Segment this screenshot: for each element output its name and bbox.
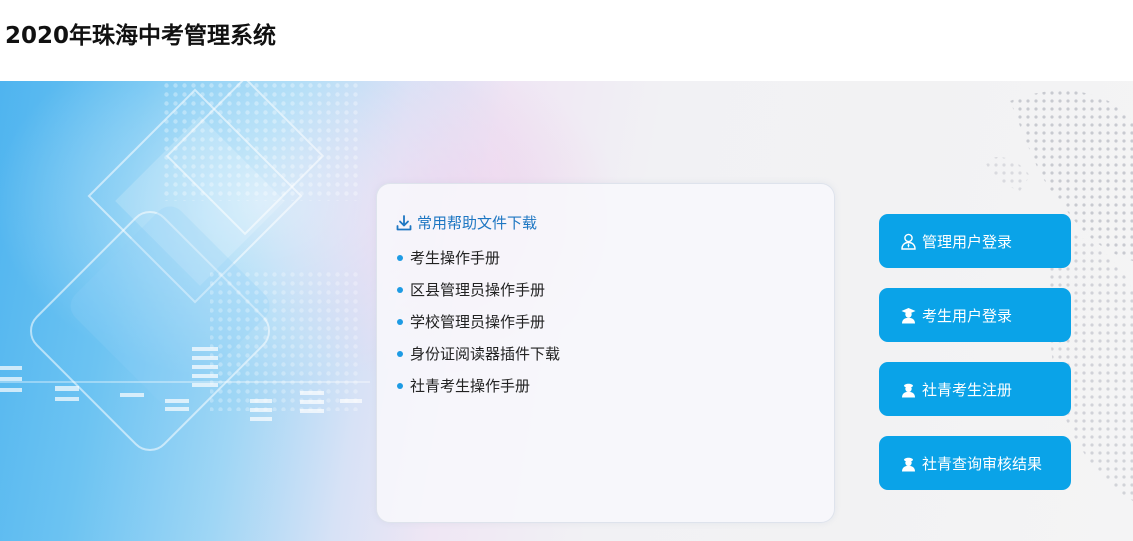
bullet-dot: [397, 351, 403, 357]
help-file-link[interactable]: 考生操作手册: [397, 245, 560, 277]
login-banner: 常用帮助文件下载 考生操作手册 区县管理员操作手册 学校管理员操作手册 身份证阅…: [0, 81, 1133, 541]
social-student-icon: [900, 381, 917, 398]
help-file-label[interactable]: 社青考生操作手册: [410, 373, 530, 399]
bullet-dot: [397, 319, 403, 325]
help-files-panel: 常用帮助文件下载 考生操作手册 区县管理员操作手册 学校管理员操作手册 身份证阅…: [376, 183, 835, 523]
admin-user-icon: [900, 233, 917, 250]
social-query-result-label: 社青查询审核结果: [922, 454, 1043, 473]
social-student-register-button[interactable]: 社青考生注册: [879, 362, 1071, 416]
student-login-button[interactable]: 考生用户登录: [879, 288, 1071, 342]
student-user-icon: [900, 307, 917, 324]
social-query-icon: [900, 455, 917, 472]
admin-login-label: 管理用户登录: [922, 232, 1013, 251]
page-title: 2020年珠海中考管理系统: [5, 23, 277, 49]
help-file-list: 考生操作手册 区县管理员操作手册 学校管理员操作手册 身份证阅读器插件下载 社青…: [397, 245, 560, 405]
help-heading-text: 常用帮助文件下载: [417, 214, 538, 232]
social-student-register-label: 社青考生注册: [922, 380, 1013, 399]
help-heading: 常用帮助文件下载: [395, 212, 537, 233]
help-file-label[interactable]: 身份证阅读器插件下载: [410, 341, 560, 367]
help-file-link[interactable]: 身份证阅读器插件下载: [397, 341, 560, 373]
social-query-result-button[interactable]: 社青查询审核结果: [879, 436, 1071, 490]
help-file-link[interactable]: 区县管理员操作手册: [397, 277, 560, 309]
admin-login-button[interactable]: 管理用户登录: [879, 214, 1071, 268]
page-header: 2020年珠海中考管理系统: [0, 0, 1133, 81]
help-file-label[interactable]: 学校管理员操作手册: [410, 309, 545, 335]
student-login-label: 考生用户登录: [922, 306, 1013, 325]
help-file-link[interactable]: 社青考生操作手册: [397, 373, 560, 405]
help-file-label[interactable]: 考生操作手册: [410, 245, 500, 271]
bullet-dot: [397, 287, 403, 293]
download-icon: [395, 214, 413, 232]
bullet-dot: [397, 255, 403, 261]
help-file-label[interactable]: 区县管理员操作手册: [410, 277, 545, 303]
bullet-dot: [397, 383, 403, 389]
help-file-link[interactable]: 学校管理员操作手册: [397, 309, 560, 341]
